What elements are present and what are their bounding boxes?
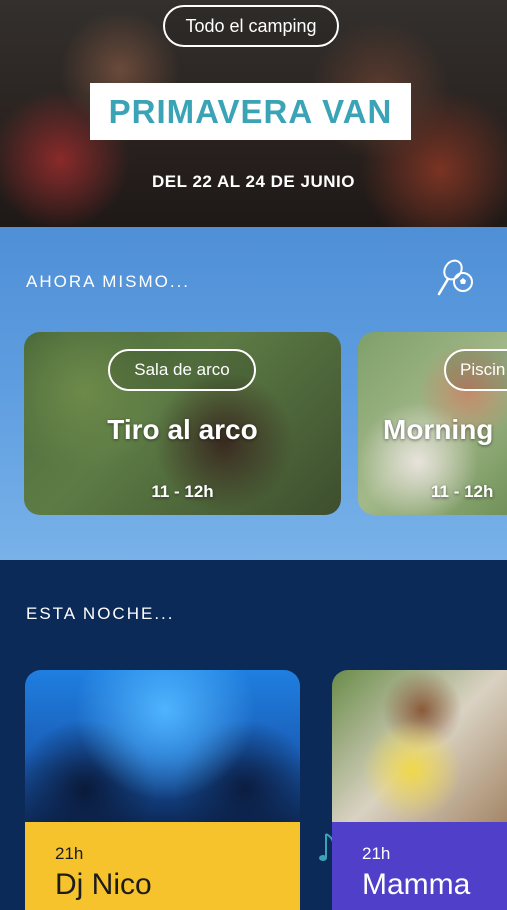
activity-title: Tiro al arco	[107, 414, 258, 445]
sports-icon[interactable]	[436, 257, 476, 297]
activity-card[interactable]: Piscin Morning 11 - 12h	[358, 332, 507, 515]
activity-location-chip[interactable]: Sala de arco	[108, 349, 256, 391]
activity-time: 11 - 12h	[431, 482, 494, 501]
activity-card[interactable]: Sala de arco Tiro al arco 11 - 12h	[24, 332, 341, 515]
now-section-title: AHORA MISMO...	[26, 272, 191, 291]
tonight-section: ESTA NOCHE... 21h Dj Nico 21h Mamma	[0, 560, 507, 910]
event-photo	[332, 670, 507, 822]
event-info-panel: 21h Mamma	[332, 822, 507, 910]
event-time: 21h	[55, 844, 84, 863]
event-dates: DEL 22 AL 24 DE JUNIO	[152, 172, 355, 191]
event-name-banner: PRIMAVERA VAN	[90, 83, 411, 140]
event-time: 21h	[362, 844, 391, 863]
event-title: Dj Nico	[55, 868, 152, 901]
night-event-card[interactable]: 21h Mamma	[332, 670, 507, 910]
activity-title: Morning	[383, 414, 494, 445]
now-section: AHORA MISMO... Sala de arco Tiro al arco…	[0, 227, 507, 560]
event-title: Mamma	[362, 868, 471, 901]
activity-location-chip[interactable]: Piscin	[444, 349, 507, 391]
activity-time: 11 - 12h	[151, 482, 214, 501]
camping-filter-chip[interactable]: Todo el camping	[163, 5, 339, 47]
hero-banner: Todo el camping PRIMAVERA VAN DEL 22 AL …	[0, 0, 507, 227]
event-info-panel: 21h Dj Nico	[25, 822, 300, 910]
tonight-section-title: ESTA NOCHE...	[26, 604, 175, 623]
night-event-card[interactable]: 21h Dj Nico	[25, 670, 300, 910]
event-name: PRIMAVERA VAN	[108, 92, 393, 130]
event-photo	[25, 670, 300, 822]
